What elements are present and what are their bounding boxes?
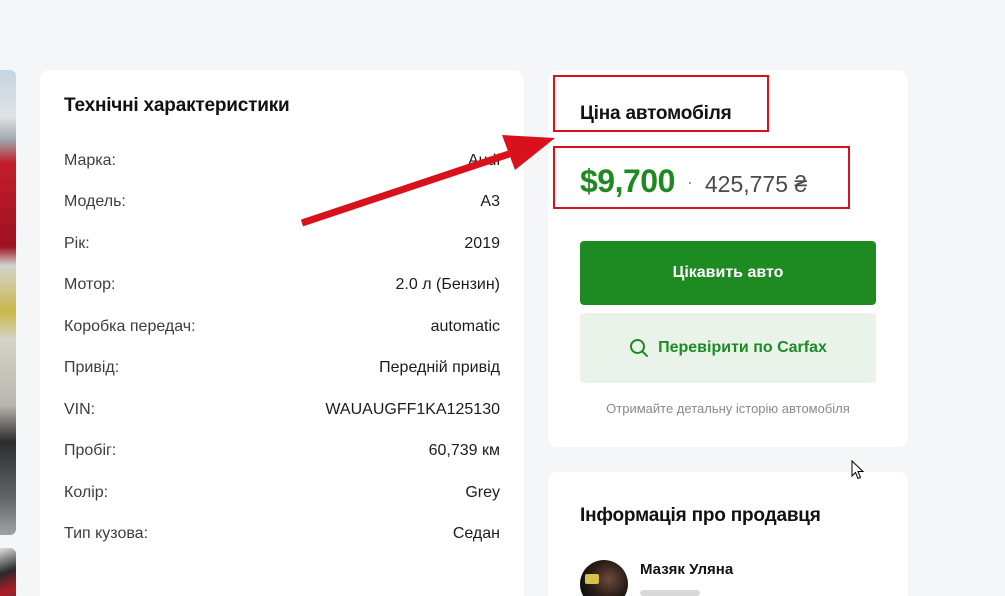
spec-label: Тип кузова: bbox=[64, 525, 149, 543]
spec-label: Коробка передач: bbox=[64, 317, 196, 335]
car-photo-thumbnail[interactable] bbox=[0, 70, 16, 535]
check-carfax-label: Перевірити по Carfax bbox=[658, 339, 827, 356]
spec-value: 2.0 л (Бензин) bbox=[395, 276, 500, 294]
price-title: Ціна автомобіля bbox=[580, 103, 732, 124]
price-row: $9,700 · 425,775 ₴ bbox=[580, 163, 807, 200]
spec-value: Grey bbox=[465, 483, 500, 501]
interested-button[interactable]: Цікавить авто bbox=[580, 241, 876, 305]
specs-list: Марка: Audi Модель: A3 Рік: 2019 Мотор: … bbox=[64, 140, 500, 555]
price-card: Ціна автомобіля $9,700 · 425,775 ₴ Цікав… bbox=[548, 70, 908, 447]
seller-subtitle-placeholder bbox=[640, 590, 700, 596]
spec-row-engine: Мотор: 2.0 л (Бензин) bbox=[64, 265, 500, 307]
search-icon bbox=[629, 338, 649, 358]
spec-label: Модель: bbox=[64, 193, 126, 211]
spec-value: 60,739 км bbox=[428, 442, 500, 460]
seller-title: Інформація про продавця bbox=[580, 505, 821, 526]
seller-name: Мазяк Уляна bbox=[640, 561, 734, 578]
spec-value: Передній привід bbox=[379, 359, 500, 377]
avatar bbox=[580, 560, 628, 596]
spec-row-transmission: Коробка передач: automatic bbox=[64, 306, 500, 348]
spec-value: Седан bbox=[452, 525, 500, 543]
spec-value: automatic bbox=[430, 317, 500, 335]
spec-row-mileage: Пробіг: 60,739 км bbox=[64, 431, 500, 473]
spec-label: Марка: bbox=[64, 151, 116, 169]
spec-label: Пробіг: bbox=[64, 442, 117, 460]
price-usd: $9,700 bbox=[580, 163, 675, 199]
spec-row-make: Марка: Audi bbox=[64, 140, 500, 182]
spec-row-color: Колір: Grey bbox=[64, 472, 500, 514]
spec-value: A3 bbox=[480, 193, 500, 211]
spec-label: VIN: bbox=[64, 400, 96, 418]
page: Технічні характеристики Марка: Audi Моде… bbox=[0, 0, 1005, 596]
spec-label: Колір: bbox=[64, 483, 109, 501]
car-photo-thumbnail-secondary[interactable] bbox=[0, 548, 16, 596]
spec-label: Мотор: bbox=[64, 276, 116, 294]
spec-value: 2019 bbox=[464, 234, 500, 252]
spec-row-year: Рік: 2019 bbox=[64, 223, 500, 265]
spec-row-drive: Привід: Передній привід bbox=[64, 348, 500, 390]
price-uah: 425,775 ₴ bbox=[704, 171, 808, 197]
spec-value: Audi bbox=[467, 151, 500, 169]
spec-row-body-type: Тип кузова: Седан bbox=[64, 514, 500, 556]
spec-label: Рік: bbox=[64, 234, 90, 252]
spec-label: Привід: bbox=[64, 359, 120, 377]
avatar-badge bbox=[585, 574, 599, 584]
carfax-hint: Отримайте детальну історію автомобіля bbox=[606, 401, 850, 416]
specs-card: Технічні характеристики Марка: Audi Моде… bbox=[40, 70, 524, 596]
specs-title: Технічні характеристики bbox=[64, 95, 290, 116]
price-separator: · bbox=[686, 172, 693, 192]
spec-row-vin: VIN: WAUAUGFF1KA125130 bbox=[64, 389, 500, 431]
seller-card: Інформація про продавця Мазяк Уляна bbox=[548, 472, 908, 596]
check-carfax-button[interactable]: Перевірити по Carfax bbox=[580, 313, 876, 383]
spec-value: WAUAUGFF1KA125130 bbox=[325, 400, 500, 418]
spec-row-model: Модель: A3 bbox=[64, 182, 500, 224]
